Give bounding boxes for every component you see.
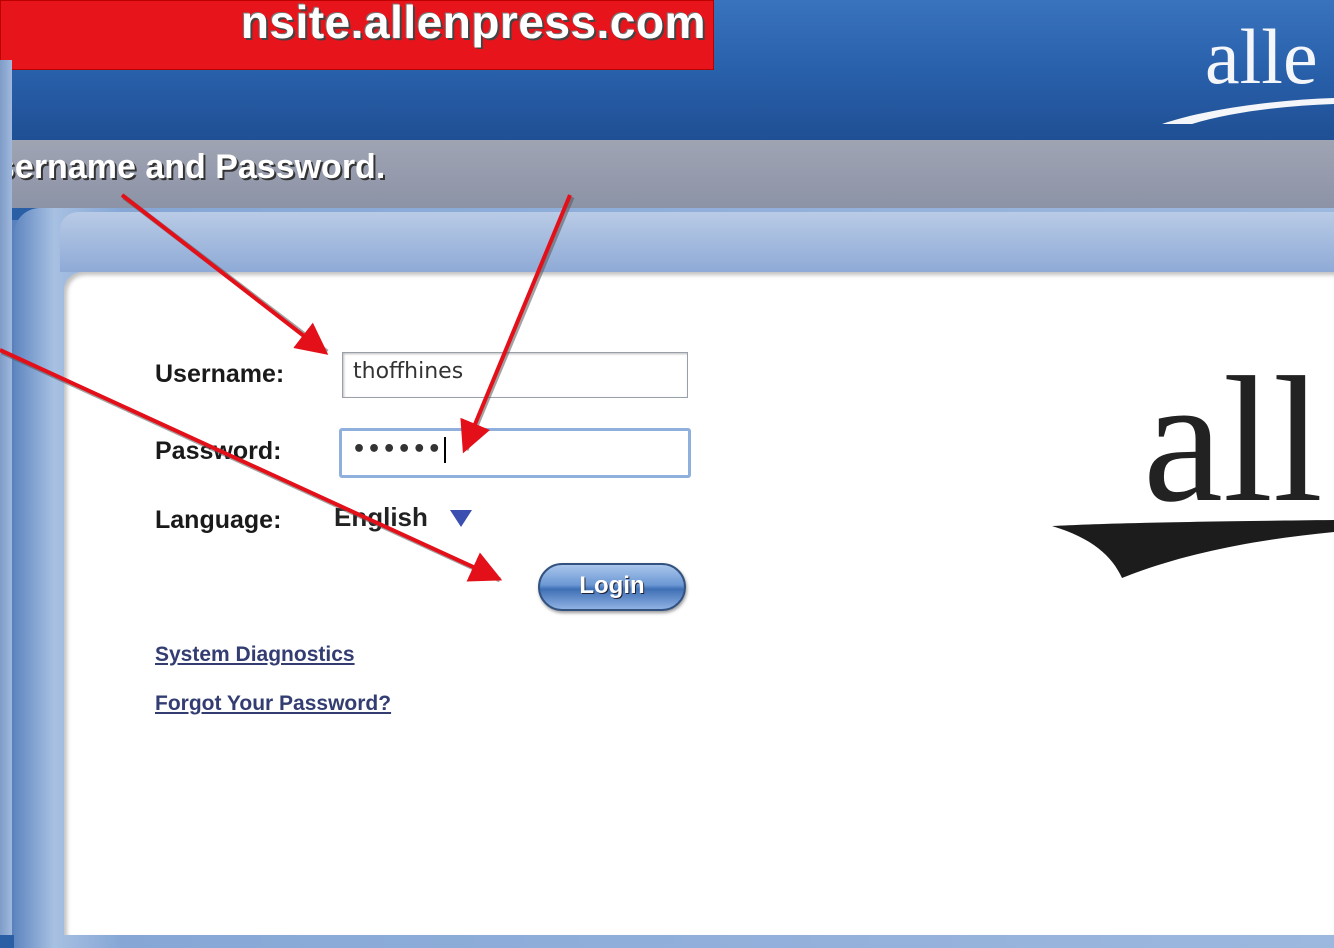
annotation-arrows (0, 193, 575, 583)
arrow-to-login (0, 348, 503, 582)
arrow-to-password (460, 194, 572, 454)
arrow-to-username (120, 193, 329, 355)
